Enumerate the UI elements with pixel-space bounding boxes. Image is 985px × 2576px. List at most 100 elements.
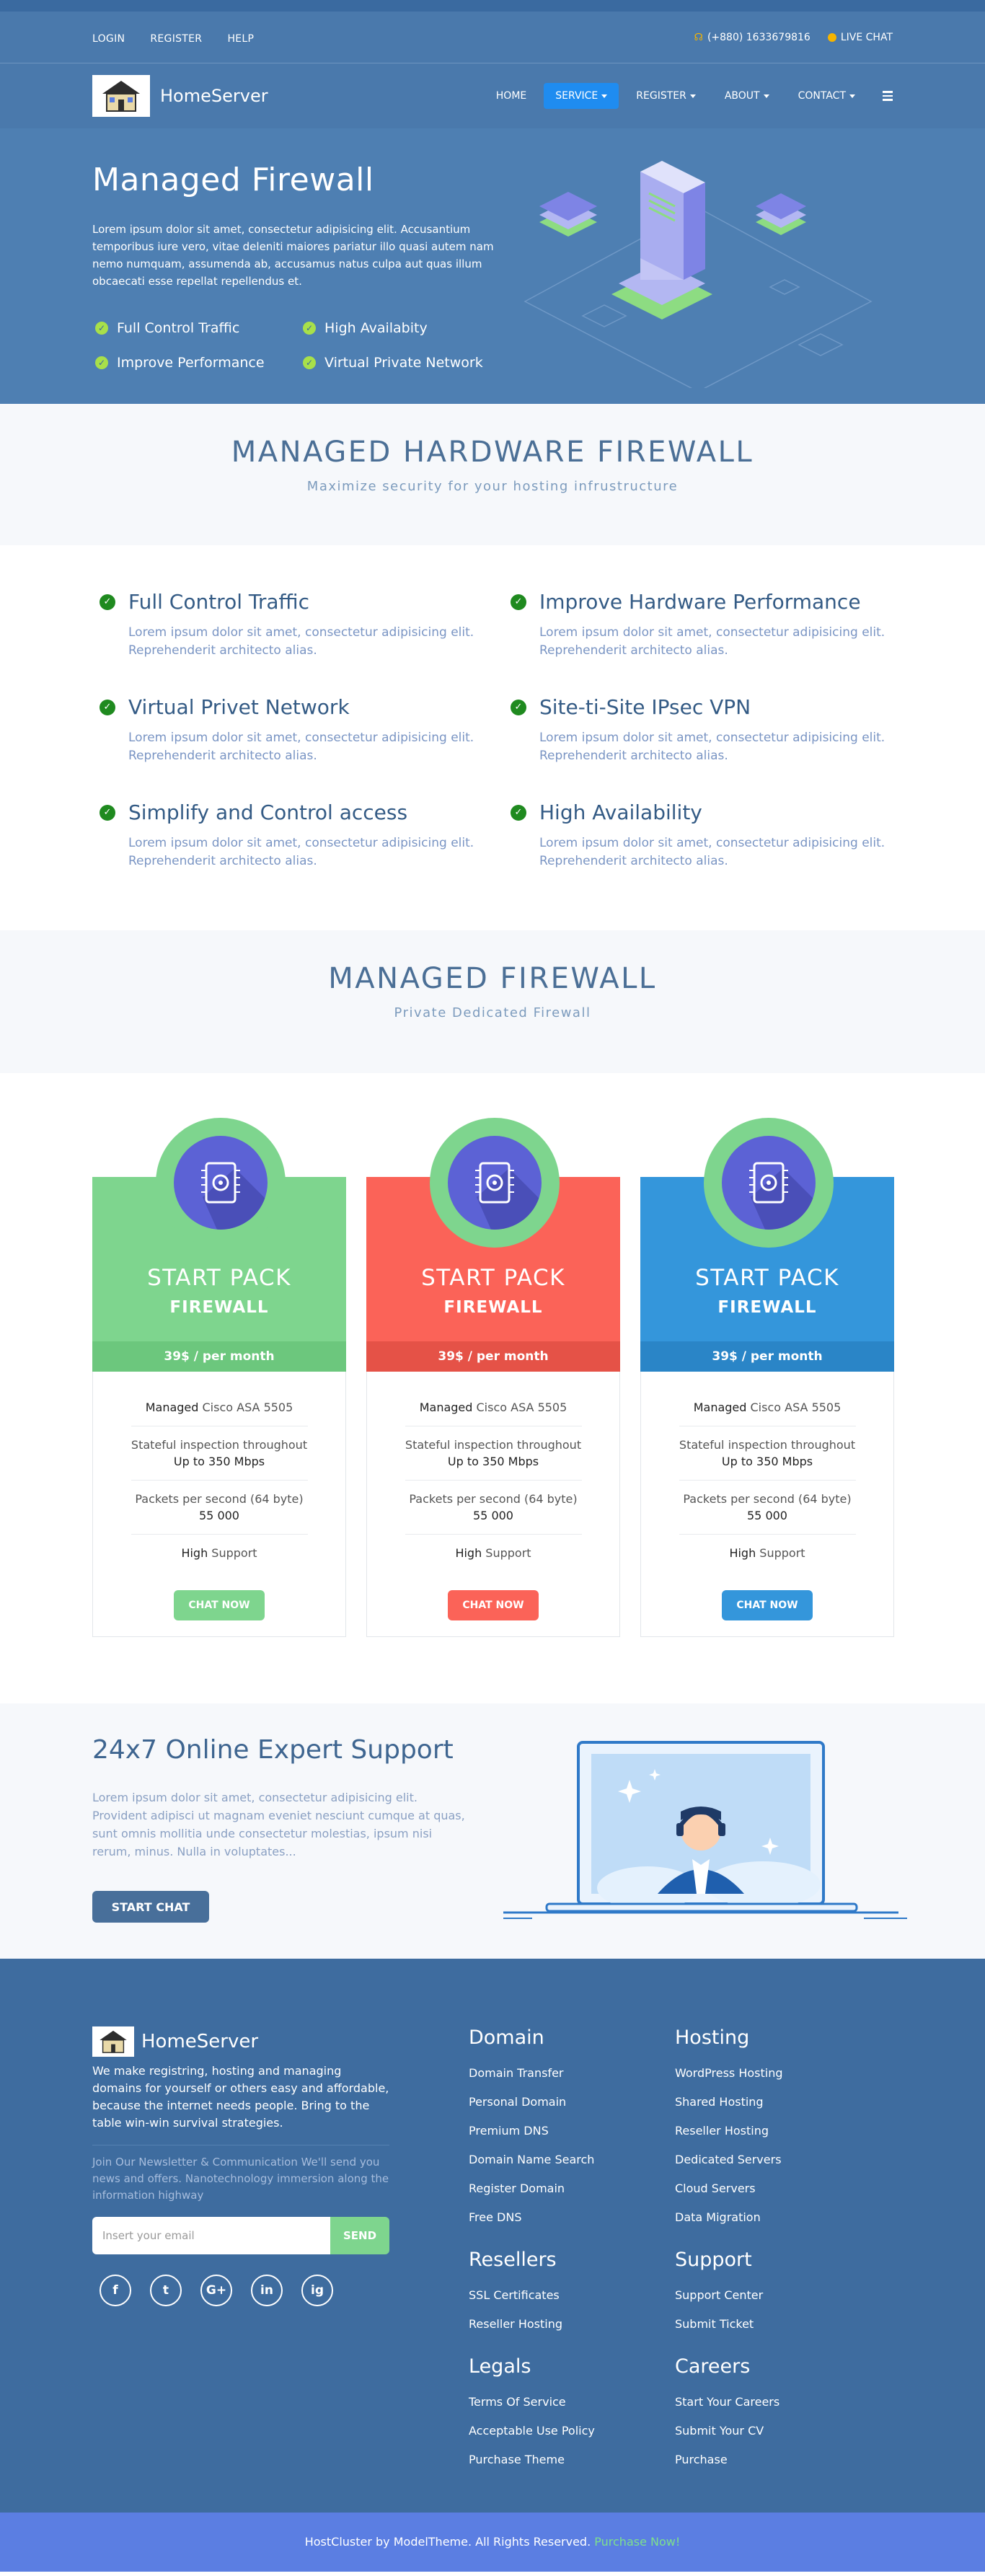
purchase-link[interactable]: Purchase Now! xyxy=(594,2535,680,2549)
footer-column-legals: Legals Terms Of Service Acceptable Use Pol… xyxy=(469,2355,595,2474)
check-circle-icon: ✓ xyxy=(511,804,526,821)
footer-link[interactable]: Reseller Hosting xyxy=(469,2310,562,2339)
plan-feature-row: Packets per second (64 byte) 55 000 xyxy=(679,1481,856,1535)
login-link[interactable]: LOGIN xyxy=(92,33,125,45)
footer-link[interactable]: Submit Your CV xyxy=(675,2417,779,2445)
start-chat-button[interactable]: START CHAT xyxy=(92,1891,209,1923)
live-chat-link[interactable]: LIVE CHAT xyxy=(827,32,893,43)
footer-link[interactable]: Acceptable Use Policy xyxy=(469,2417,595,2445)
nav-contact[interactable]: CONTACT xyxy=(787,83,867,109)
footer-column-title: Hosting xyxy=(675,2026,750,2049)
chat-now-button[interactable]: CHAT NOW xyxy=(448,1590,539,1620)
footer-link[interactable]: Purchase xyxy=(675,2445,779,2474)
footer-link[interactable]: Dedicated Servers xyxy=(675,2145,783,2174)
footer-link[interactable]: Data Migration xyxy=(675,2203,783,2232)
plan-price: 39$ / per month xyxy=(92,1341,346,1372)
check-icon: ✓ xyxy=(95,322,108,335)
features-section: ✓ Full Control Traffic Lorem ipsum dolor … xyxy=(0,545,985,930)
chat-now-button[interactable]: CHAT NOW xyxy=(174,1590,265,1620)
footer-link[interactable]: Shared Hosting xyxy=(675,2088,783,2117)
footer-column-support: Support Support Center Submit Ticket xyxy=(675,2249,763,2339)
feature-desc: Lorem ipsum dolor sit amet, consectetur … xyxy=(128,625,474,658)
footer-link[interactable]: Register Domain xyxy=(469,2174,594,2203)
plan-icon-circle xyxy=(704,1118,834,1248)
feature-desc: Lorem ipsum dolor sit amet, consectetur … xyxy=(128,731,474,763)
pricing-section: START PACK FIREWALL 39$ / per month Mana… xyxy=(0,1073,985,1703)
support-agent-laptop-illustration xyxy=(503,1741,907,1919)
feature-item: ✓ Simplify and Control access Lorem ipsum… xyxy=(100,800,474,870)
hero-section: Managed Firewall Lorem ipsum dolor sit a… xyxy=(0,128,985,404)
footer-link[interactable]: Domain Name Search xyxy=(469,2145,594,2174)
twitter-icon[interactable]: t xyxy=(150,2275,182,2306)
support-section: 24x7 Online Expert Support Lorem ipsum d… xyxy=(0,1703,985,1959)
footer-about: HomeServer We make registring, hosting a… xyxy=(92,2026,389,2306)
plan-icon-circle xyxy=(430,1118,560,1248)
pricing-card: START PACK FIREWALL 39$ / per month Mana… xyxy=(640,1118,894,1637)
hamburger-menu-icon[interactable] xyxy=(883,91,893,101)
footer-link[interactable]: Support Center xyxy=(675,2281,763,2310)
footer-link[interactable]: Domain Transfer xyxy=(469,2059,594,2088)
feature-title: Simplify and Control access xyxy=(128,800,408,824)
plan-header: START PACK FIREWALL xyxy=(640,1118,894,1341)
brand[interactable]: HomeServer xyxy=(92,75,268,117)
footer-link[interactable]: SSL Certificates xyxy=(469,2281,562,2310)
footer-link[interactable]: Personal Domain xyxy=(469,2088,594,2117)
phone-contact[interactable]: ☊ (+880) 1633679816 xyxy=(694,32,810,43)
nav-register[interactable]: REGISTER xyxy=(624,83,707,109)
plan-name: START PACK xyxy=(147,1265,291,1291)
send-button[interactable]: SEND xyxy=(330,2217,389,2254)
check-icon: ✓ xyxy=(303,356,316,369)
main-navbar: HomeServer HOME SERVICE REGISTER ABOUT C… xyxy=(0,63,985,128)
footer-brand-name: HomeServer xyxy=(141,2031,259,2052)
nav-service[interactable]: SERVICE xyxy=(544,83,619,109)
house-logo-icon xyxy=(92,75,150,117)
brand-name: HomeServer xyxy=(160,86,268,106)
footer-link[interactable]: Premium DNS xyxy=(469,2117,594,2145)
footer-column-careers: Careers Start Your Careers Submit Your CV P… xyxy=(675,2355,779,2474)
footer-link[interactable]: Cloud Servers xyxy=(675,2174,783,2203)
footer-column-title: Resellers xyxy=(469,2249,557,2271)
check-circle-icon: ✓ xyxy=(511,699,526,715)
footer-brand[interactable]: HomeServer xyxy=(92,2026,389,2057)
plan-price: 39$ / per month xyxy=(640,1341,894,1372)
footer-link[interactable]: Start Your Careers xyxy=(675,2388,779,2417)
footer-link[interactable]: Free DNS xyxy=(469,2203,594,2232)
footer-link[interactable]: WordPress Hosting xyxy=(675,2059,783,2088)
footer-link[interactable]: Purchase Theme xyxy=(469,2445,595,2474)
plan-name: START PACK xyxy=(421,1265,565,1291)
plan-body: Managed Cisco ASA 5505 Stateful inspectio… xyxy=(640,1372,894,1637)
plan-name: START PACK xyxy=(695,1265,839,1291)
plan-subtitle: FIREWALL xyxy=(443,1298,543,1317)
email-input[interactable]: Insert your email xyxy=(92,2217,330,2254)
footer-link[interactable]: Reseller Hosting xyxy=(675,2117,783,2145)
caret-down-icon xyxy=(689,94,696,98)
linkedin-icon[interactable]: in xyxy=(251,2275,283,2306)
check-icon: ✓ xyxy=(303,322,316,335)
feature-item: ✓ Full Control Traffic Lorem ipsum dolor … xyxy=(100,590,474,660)
feature-desc: Lorem ipsum dolor sit amet, consectetur … xyxy=(539,836,885,868)
plan-subtitle: FIREWALL xyxy=(169,1298,269,1317)
feature-title: Site-ti-Site IPsec VPN xyxy=(539,695,751,719)
help-link[interactable]: HELP xyxy=(227,33,254,45)
footer-link[interactable]: Terms Of Service xyxy=(469,2388,595,2417)
caret-down-icon xyxy=(601,94,608,98)
register-link[interactable]: REGISTER xyxy=(150,33,202,45)
facebook-icon[interactable]: f xyxy=(100,2275,131,2306)
footer: HomeServer We make registring, hosting a… xyxy=(0,1959,985,2513)
chat-now-button[interactable]: CHAT NOW xyxy=(722,1590,813,1620)
nav-about[interactable]: ABOUT xyxy=(713,83,781,109)
section-subtitle: Maximize security for your hosting infru… xyxy=(306,479,679,494)
server-illustration xyxy=(524,161,873,388)
instagram-icon[interactable]: ig xyxy=(301,2275,333,2306)
check-icon: ✓ xyxy=(95,356,108,369)
plan-feature-row: Managed Cisco ASA 5505 xyxy=(405,1389,582,1426)
footer-link[interactable]: Submit Ticket xyxy=(675,2310,763,2339)
nav-home[interactable]: HOME xyxy=(485,83,538,109)
hero-title: Managed Firewall xyxy=(92,162,374,198)
feature-title: Improve Hardware Performance xyxy=(539,590,861,614)
headset-icon: ☊ xyxy=(694,32,703,43)
google-plus-icon[interactable]: G+ xyxy=(200,2275,232,2306)
hero-text: Lorem ipsum dolor sit amet, consectetur … xyxy=(92,223,494,288)
plan-body: Managed Cisco ASA 5505 Stateful inspectio… xyxy=(366,1372,620,1637)
chip-icon xyxy=(448,1136,542,1230)
